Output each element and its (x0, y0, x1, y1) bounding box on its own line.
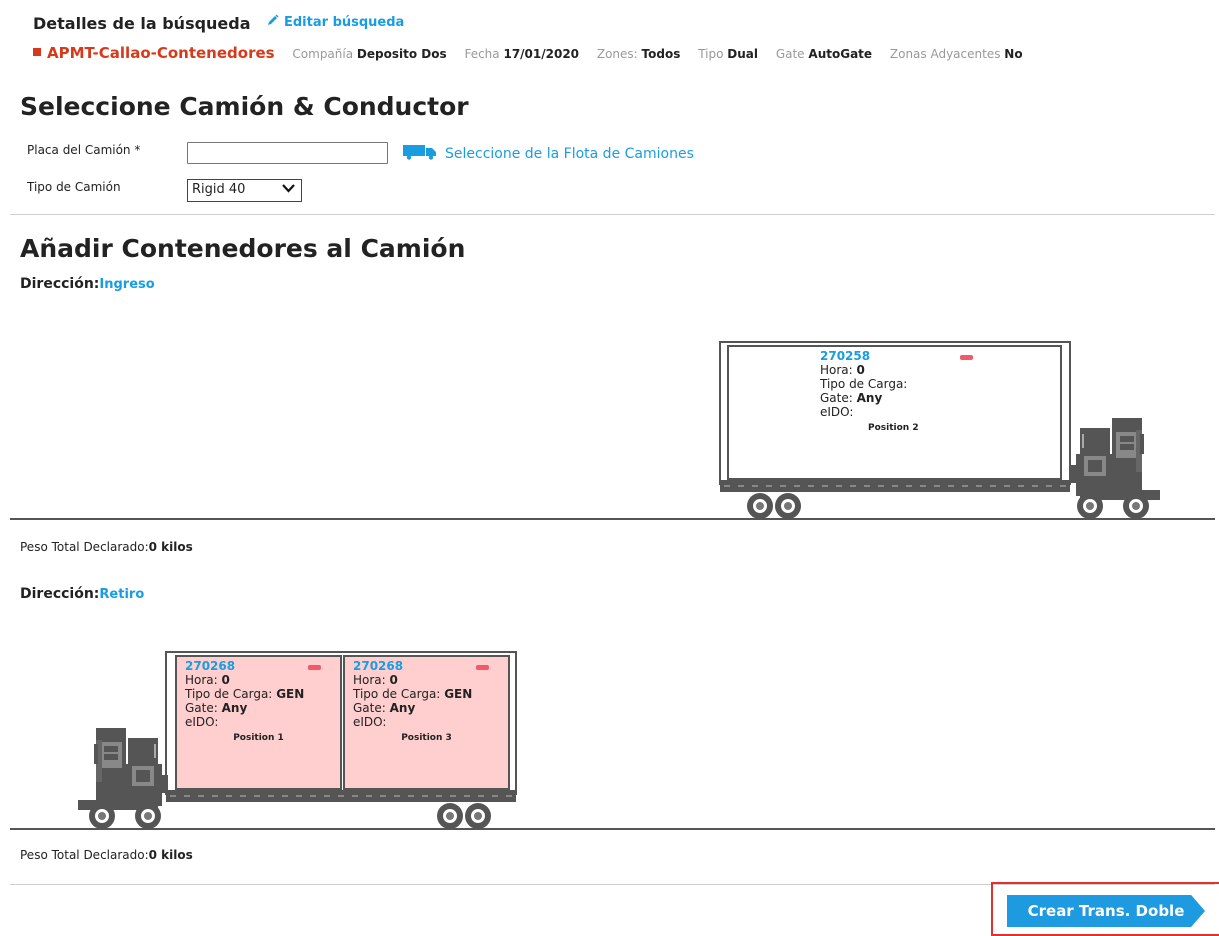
date-key: Fecha (464, 47, 500, 61)
truck-type-value: Rigid 40 (192, 182, 246, 197)
total-weight-value: 0 kilos (148, 540, 193, 554)
cargo-type-value: GEN (276, 687, 305, 701)
search-details-title: Detalles de la búsqueda (33, 14, 251, 33)
gate-label: Gate: (353, 701, 386, 715)
add-containers-heading: Añadir Contenedores al Camión (20, 234, 466, 263)
position-label: Position 1 (233, 733, 284, 743)
total-weight-value: 0 kilos (148, 848, 193, 862)
remove-icon[interactable] (960, 355, 973, 360)
chevron-down-icon (282, 181, 295, 199)
edit-search-label: Editar búsqueda (284, 15, 405, 30)
gate-label: Gate: (185, 701, 218, 715)
divider (10, 214, 1215, 215)
hora-value: 0 (389, 673, 398, 687)
eido-label: eIDO: (185, 715, 219, 729)
cargo-type-label: Tipo de Carga: (820, 377, 908, 391)
company-value: Deposito Dos (356, 47, 447, 61)
edit-search-link[interactable]: Editar búsqueda (267, 14, 404, 30)
create-double-transaction-button[interactable]: Crear Trans. Doble (1007, 895, 1205, 927)
plate-label: Placa del Camión * (27, 143, 141, 157)
adjacent-zones-key: Zonas Adyacentes (889, 47, 1001, 61)
adjacent-zones-value: No (1004, 47, 1023, 61)
truck-icon (403, 144, 437, 164)
search-summary: APMT-Callao-Contenedores Compañía Deposi… (33, 44, 1023, 62)
direction-retiro: Dirección:Retiro (20, 586, 144, 602)
direction-retiro-value: Retiro (99, 587, 145, 602)
remove-icon[interactable] (476, 665, 489, 670)
container-card[interactable]: 270268 Hora: 0 Tipo de Carga: GEN Gate: … (343, 655, 510, 790)
direction-ingreso-value: Ingreso (99, 277, 155, 292)
type-value: Dual (727, 47, 758, 61)
truck-type-label: Tipo de Camión (27, 180, 121, 194)
eido-label: eIDO: (353, 715, 387, 729)
hora-label: Hora: (353, 673, 386, 687)
cargo-type-label: Tipo de Carga: (185, 687, 273, 701)
gate-label: Gate: (820, 391, 853, 405)
zones-value: Todos (641, 47, 681, 61)
direction-ingreso: Dirección:Ingreso (20, 276, 155, 292)
hora-label: Hora: (185, 673, 218, 687)
type-key: Tipo (698, 47, 724, 61)
terminal-name: APMT-Callao-Contenedores (47, 44, 275, 62)
gate-value: Any (221, 701, 248, 715)
position-label: Position 3 (401, 733, 452, 743)
container-card[interactable]: 270268 Hora: 0 Tipo de Carga: GEN Gate: … (175, 655, 342, 790)
position-label: Position 2 (868, 423, 919, 433)
plate-input[interactable] (187, 142, 388, 164)
gate-key: Gate (775, 47, 805, 61)
hora-label: Hora: (820, 363, 853, 377)
cargo-type-label: Tipo de Carga: (353, 687, 441, 701)
eido-label: eIDO: (820, 405, 854, 419)
gate-value: Any (856, 391, 883, 405)
direction-label: Dirección: (20, 586, 100, 602)
terminal-marker-icon (33, 48, 41, 56)
total-weight-label: Peso Total Declarado: (20, 848, 149, 862)
select-fleet-link[interactable]: Seleccione de la Flota de Camiones (403, 144, 694, 164)
hora-value: 0 (856, 363, 865, 377)
gate-value: AutoGate (808, 47, 873, 61)
date-value: 17/01/2020 (503, 47, 580, 61)
total-weight-ingreso: Peso Total Declarado:0 kilos (20, 540, 193, 554)
container-id: 270258 (820, 349, 871, 363)
gate-value: Any (389, 701, 416, 715)
company-key: Compañía (292, 47, 354, 61)
container-card[interactable]: 270258 Hora: 0 Tipo de Carga: Gate: Any … (727, 345, 1062, 480)
hora-value: 0 (221, 673, 230, 687)
total-weight-retiro: Peso Total Declarado:0 kilos (20, 848, 193, 862)
road-line (10, 828, 1215, 830)
road-line (10, 518, 1215, 520)
truck-type-select[interactable]: Rigid 40 (187, 179, 302, 202)
total-weight-label: Peso Total Declarado: (20, 540, 149, 554)
pencil-icon (267, 14, 279, 30)
select-fleet-label: Seleccione de la Flota de Camiones (445, 146, 694, 162)
direction-label: Dirección: (20, 276, 100, 292)
truck-driver-heading: Seleccione Camión & Conductor (20, 92, 469, 121)
cargo-type-value: GEN (444, 687, 473, 701)
remove-icon[interactable] (308, 665, 321, 670)
zones-key: Zones: (596, 47, 638, 61)
